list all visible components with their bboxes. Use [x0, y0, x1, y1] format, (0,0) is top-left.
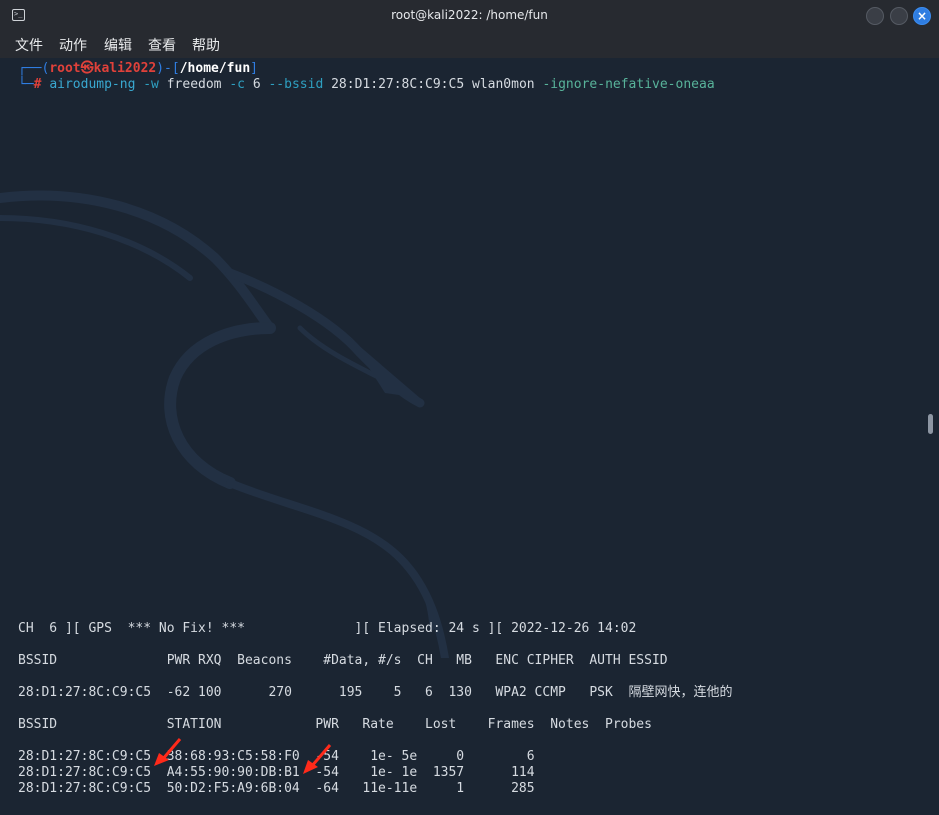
prompt-path: /home/fun	[179, 61, 251, 76]
command-line: └─# airodump-ng -w freedom -c 6 --bssid …	[18, 77, 715, 93]
command-arg-c: 6	[252, 77, 261, 92]
command-arg-bssid: 28:D1:27:8C:C9:C5	[331, 77, 465, 92]
window-title: root@kali2022: /home/fun	[391, 8, 548, 22]
command-iface: wlan0mon	[472, 77, 535, 92]
command-opt-w: -w	[143, 77, 159, 92]
command-program: airodump-ng	[49, 77, 136, 92]
minimize-button[interactable]	[866, 7, 884, 25]
command-opt-bssid: --bssid	[268, 77, 324, 92]
close-icon: ×	[916, 9, 928, 23]
prompt-hash: #	[33, 77, 42, 92]
title-bar[interactable]: >_ root@kali2022: /home/fun ×	[0, 0, 939, 33]
prompt-user: root㉿kali2022	[49, 61, 157, 76]
ap-table-header: BSSID PWR RXQ Beacons #Data, #/s CH MB E…	[18, 653, 668, 668]
command-extra-arg: -ignore-nefative-oneaa	[542, 77, 715, 92]
menu-action[interactable]: 动作	[59, 35, 87, 55]
prompt-line: ┌──(root㉿kali2022)-[/home/fun]	[18, 61, 258, 77]
menu-view[interactable]: 查看	[148, 35, 176, 55]
menu-bar: 文件 动作 编辑 查看 帮助	[0, 32, 939, 58]
red-arrow-annotation-icon	[154, 738, 182, 766]
station-table-row: 28:D1:27:8C:C9:C5 38:68:93:C5:58:F0 -54 …	[18, 749, 535, 764]
prompt-box-mid: )-[	[156, 61, 180, 76]
scrollbar-thumb[interactable]	[928, 414, 933, 434]
menu-edit[interactable]: 编辑	[104, 35, 132, 55]
kali-dragon-watermark	[0, 190, 449, 658]
maximize-button[interactable]	[890, 7, 908, 25]
command-arg-w: freedom	[166, 77, 222, 92]
prompt-box-open: ┌──(	[18, 61, 50, 76]
menu-help[interactable]: 帮助	[192, 35, 220, 55]
prompt-box-close: ]	[250, 61, 258, 76]
command-opt-c: -c	[229, 77, 245, 92]
prompt-hash-prefix: └─	[18, 77, 34, 92]
station-table-row: 28:D1:27:8C:C9:C5 50:D2:F5:A9:6B:04 -64 …	[18, 781, 535, 796]
terminal-area[interactable]: ┌──(root㉿kali2022)-[/home/fun] └─# airod…	[0, 58, 939, 815]
station-table-header: BSSID STATION PWR Rate Lost Frames Notes…	[18, 717, 652, 732]
red-arrow-annotation-icon	[303, 744, 332, 774]
menu-file[interactable]: 文件	[15, 35, 43, 55]
airodump-status-line: CH 6 ][ GPS *** No Fix! *** ][ Elapsed: …	[18, 621, 637, 636]
ap-table-row: 28:D1:27:8C:C9:C5 -62 100 270 195 5 6 13…	[18, 685, 733, 700]
station-table-row: 28:D1:27:8C:C9:C5 A4:55:90:90:DB:B1 -54 …	[18, 765, 535, 780]
close-button[interactable]: ×	[913, 7, 931, 25]
